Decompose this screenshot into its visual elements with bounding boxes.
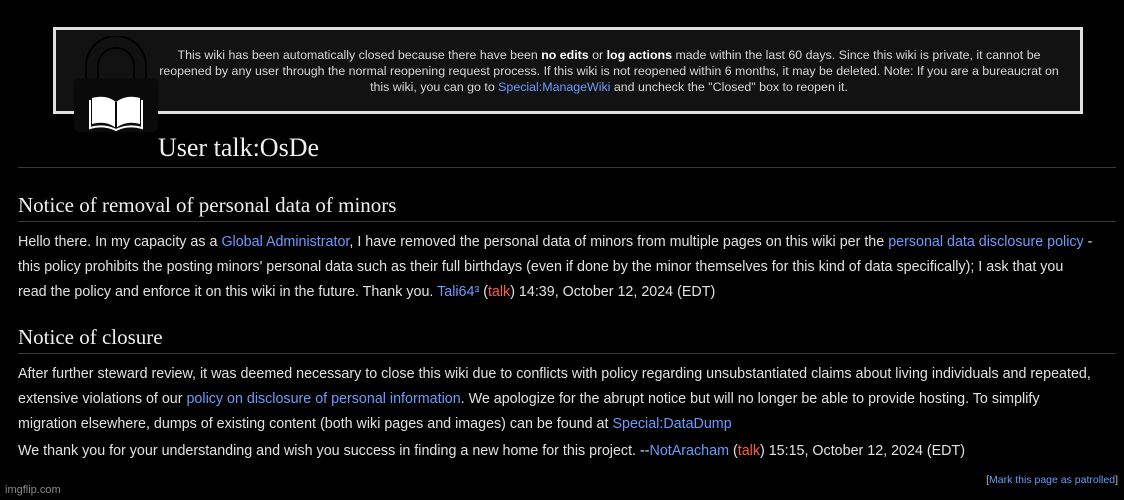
section-heading-closure: Notice of closure [18, 325, 163, 349]
personal-data-policy-link[interactable]: personal data disclosure policy [888, 234, 1084, 250]
section-divider [18, 353, 1116, 354]
talk-link-notaracham[interactable]: talk [738, 443, 760, 459]
disclosure-policy-link[interactable]: policy on disclosure of personal informa… [186, 391, 460, 407]
bracket: ] [1115, 474, 1118, 486]
signature-timestamp: ) 14:39, October 12, 2024 (EDT) [510, 284, 716, 300]
body-text: , I have removed the personal data of mi… [349, 234, 889, 250]
patrol-footer: [Mark this page as patrolled] [986, 474, 1118, 486]
section-divider [18, 221, 1116, 222]
lock-book-icon [72, 35, 160, 132]
user-link-notaracham[interactable]: NotAracham [650, 443, 729, 459]
page-title: User talk:OsDe [158, 133, 320, 162]
closure-notice-banner: This wiki has been automatically closed … [53, 27, 1083, 114]
talk-link-tali64[interactable]: talk [488, 284, 510, 300]
manage-wiki-link[interactable]: Special:ManageWiki [498, 80, 610, 94]
section-closure-signoff: We thank you for your understanding and … [18, 439, 1094, 464]
section-removal-body: Hello there. In my capacity as a Global … [18, 230, 1094, 305]
section-heading-removal: Notice of removal of personal data of mi… [18, 193, 397, 217]
user-link-tali64[interactable]: Tali64³ [437, 284, 479, 300]
body-text: ( [479, 284, 488, 300]
notice-text-part: or [588, 48, 607, 62]
body-text: We thank you for your understanding and … [18, 443, 650, 459]
notice-text-part: This wiki has been automatically closed … [177, 48, 542, 62]
closure-notice-text: This wiki has been automatically closed … [156, 47, 1062, 95]
section-closure-body: After further steward review, it was dee… [18, 362, 1094, 437]
notice-bold-log-actions: log actions [606, 48, 673, 62]
global-administrator-link[interactable]: Global Administrator [221, 234, 349, 250]
body-text: ( [728, 443, 738, 459]
body-text: Hello there. In my capacity as a [18, 234, 222, 250]
signature-timestamp: ) 15:15, October 12, 2024 (EDT) [759, 443, 965, 459]
mark-patrolled-link[interactable]: Mark this page as patrolled [989, 474, 1115, 486]
notice-text-part: and uncheck the "Closed" box to reopen i… [610, 80, 848, 94]
notice-bold-no-edits: no edits [541, 48, 589, 62]
data-dump-link[interactable]: Special:DataDump [612, 416, 731, 432]
imgflip-watermark: imgflip.com [5, 484, 61, 496]
title-divider [18, 167, 1116, 168]
